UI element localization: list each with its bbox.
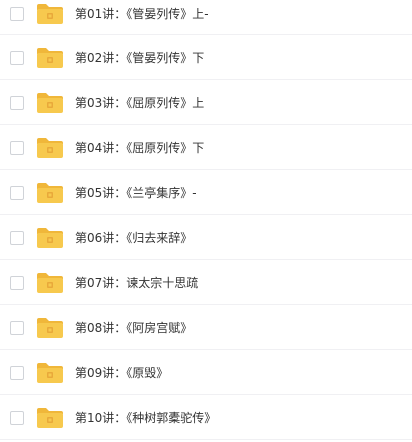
file-name[interactable]: 第05讲：《兰亭集序》- [75, 185, 197, 201]
row-checkbox[interactable] [10, 186, 24, 200]
folder-icon [36, 137, 64, 159]
row-checkbox[interactable] [10, 366, 24, 380]
folder-icon [36, 47, 64, 69]
row-checkbox[interactable] [10, 96, 24, 110]
row-checkbox[interactable] [10, 321, 24, 335]
file-name[interactable]: 第02讲：《管晏列传》下 [75, 50, 204, 66]
row-checkbox[interactable] [10, 411, 24, 425]
file-row[interactable]: 第03讲：《屈原列传》上 [0, 80, 412, 125]
folder-icon [36, 317, 64, 339]
file-row[interactable]: 第06讲：《归去来辞》 [0, 215, 412, 260]
row-checkbox[interactable] [10, 7, 24, 21]
file-name[interactable]: 第09讲：《原毁》 [75, 365, 168, 381]
file-list: 第01讲：《管晏列传》上- 第02讲：《管晏列传》下 第03讲：《屈原列传》上 … [0, 0, 412, 442]
file-name[interactable]: 第01讲：《管晏列传》上- [75, 6, 209, 22]
file-name[interactable]: 第10讲：《种树郭橐驼传》 [75, 410, 216, 426]
file-name[interactable]: 第08讲：《阿房宫赋》 [75, 320, 192, 336]
file-name[interactable]: 第03讲：《屈原列传》上 [75, 95, 204, 111]
folder-icon [36, 92, 64, 114]
file-name[interactable]: 第04讲：《屈原列传》下 [75, 140, 204, 156]
file-name[interactable]: 第07讲：谏太宗十思疏 [75, 275, 198, 291]
folder-icon [36, 407, 64, 429]
folder-icon [36, 227, 64, 249]
folder-icon [36, 182, 64, 204]
row-checkbox[interactable] [10, 231, 24, 245]
row-checkbox[interactable] [10, 276, 24, 290]
file-row[interactable]: 第09讲：《原毁》 [0, 350, 412, 395]
file-row[interactable]: 第10讲：《种树郭橐驼传》 [0, 395, 412, 440]
file-row[interactable]: 第02讲：《管晏列传》下 [0, 35, 412, 80]
file-row[interactable]: 第08讲：《阿房宫赋》 [0, 305, 412, 350]
folder-icon [36, 272, 64, 294]
file-row[interactable]: 第04讲：《屈原列传》下 [0, 125, 412, 170]
file-row[interactable]: 第01讲：《管晏列传》上- [0, 0, 412, 35]
file-row[interactable]: 第05讲：《兰亭集序》- [0, 170, 412, 215]
file-row[interactable]: 第07讲：谏太宗十思疏 [0, 260, 412, 305]
folder-icon [36, 362, 64, 384]
row-checkbox[interactable] [10, 51, 24, 65]
row-checkbox[interactable] [10, 141, 24, 155]
file-name[interactable]: 第06讲：《归去来辞》 [75, 230, 192, 246]
folder-icon [36, 3, 64, 25]
